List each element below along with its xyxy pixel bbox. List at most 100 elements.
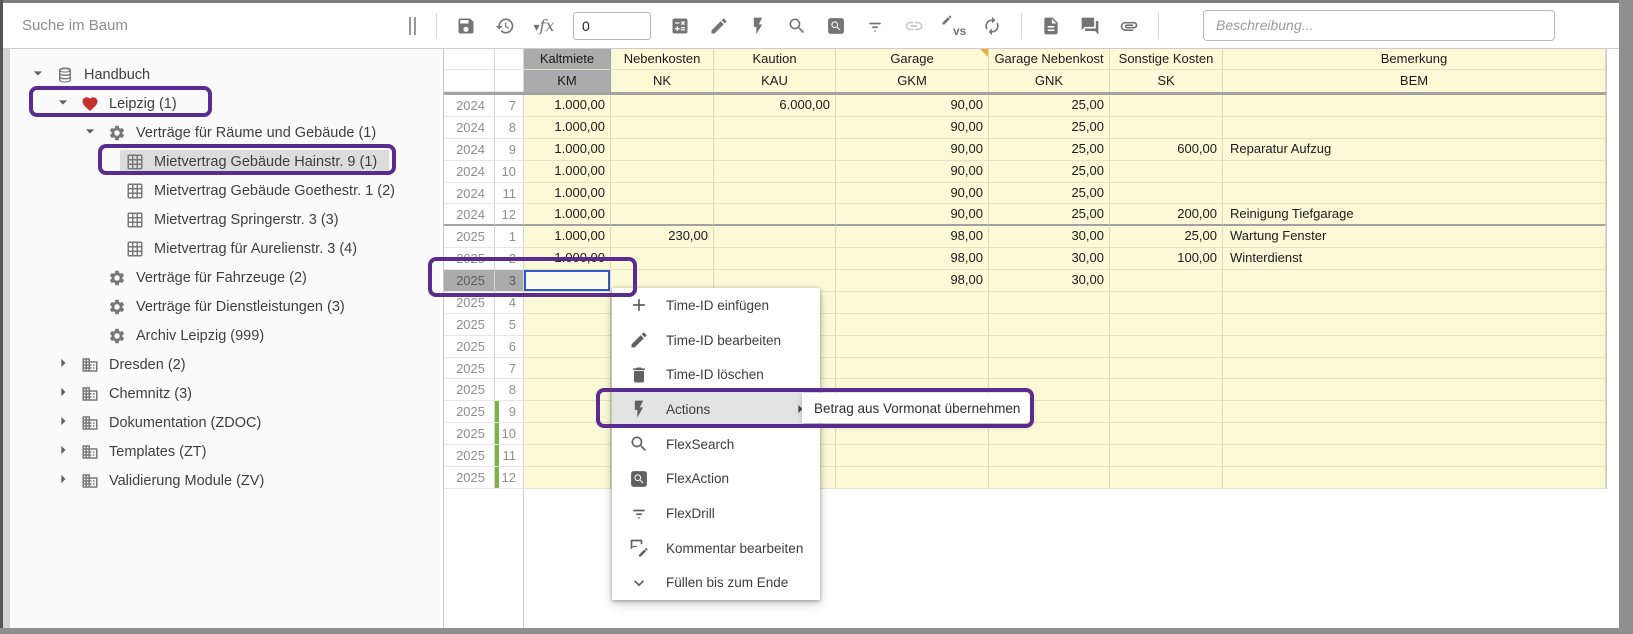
grid-cell[interactable]: 1.000,00	[524, 95, 611, 117]
grid-cell[interactable]	[836, 467, 989, 489]
grid-cell[interactable]	[1223, 95, 1606, 117]
column-header-kau[interactable]: Kaution	[714, 48, 836, 70]
grid-cell[interactable]: 25,00	[989, 161, 1110, 183]
vs-edit-button[interactable]: vs	[943, 16, 963, 36]
column-code-km[interactable]: KM	[524, 70, 611, 92]
grid-cell[interactable]	[714, 139, 836, 161]
menu-item-kommentar-bearbeiten[interactable]: Kommentar bearbeiten	[612, 531, 820, 566]
row-month[interactable]: 10	[495, 161, 524, 183]
grid-cell[interactable]	[1223, 379, 1606, 401]
grid-cell[interactable]	[1110, 117, 1223, 139]
row-year[interactable]: 2024	[444, 161, 495, 183]
grid-cell[interactable]: 25,00	[989, 117, 1110, 139]
column-code-gkm[interactable]: GKM	[836, 70, 989, 92]
grid-cell[interactable]	[1223, 423, 1606, 445]
column-code-bem[interactable]: BEM	[1223, 70, 1606, 92]
grid-cell[interactable]	[836, 445, 989, 467]
grid-cell[interactable]	[524, 358, 611, 380]
tree-item-mietvertrag-geb-ude-goethestr-1-2[interactable]: Mietvertrag Gebäude Goethestr. 1 (2)	[126, 177, 407, 205]
grid-cell[interactable]	[1110, 423, 1223, 445]
grid-cell[interactable]	[1223, 183, 1606, 205]
grid-cell[interactable]	[1110, 161, 1223, 183]
grid-cell[interactable]	[524, 379, 611, 401]
grid-cell[interactable]	[989, 467, 1110, 489]
grid-cell[interactable]: 230,00	[611, 226, 714, 248]
row-month[interactable]: 9	[495, 401, 524, 423]
grid-cell[interactable]: 98,00	[836, 270, 989, 292]
grid-cell[interactable]: 25,00	[989, 95, 1110, 117]
grid-cell[interactable]: 1.000,00	[524, 226, 611, 248]
row-year[interactable]: 2025	[444, 423, 495, 445]
row-year[interactable]: 2024	[444, 204, 495, 226]
grid-cell[interactable]	[611, 95, 714, 117]
grid-cell[interactable]	[611, 117, 714, 139]
grid-cell[interactable]	[989, 336, 1110, 358]
grid-cell[interactable]	[1110, 183, 1223, 205]
grid-cell[interactable]: 600,00	[1110, 139, 1223, 161]
grid-cell[interactable]	[1223, 358, 1606, 380]
grid-cell[interactable]	[989, 358, 1110, 380]
refresh-button[interactable]	[982, 16, 1002, 36]
row-year[interactable]: 2025	[444, 226, 495, 248]
tree-item-vertr-ge-f-r-fahrzeuge-2[interactable]: Verträge für Fahrzeuge (2)	[81, 264, 319, 292]
grid-cell[interactable]	[524, 336, 611, 358]
row-year[interactable]: 2025	[444, 314, 495, 336]
grid-cell[interactable]: 90,00	[836, 95, 989, 117]
grid-cell[interactable]: 25,00	[989, 204, 1110, 226]
grid-cell[interactable]	[1110, 467, 1223, 489]
tree-item-dresden-2[interactable]: Dresden (2)	[54, 351, 198, 379]
grid-cell[interactable]	[611, 139, 714, 161]
row-year[interactable]: 2025	[444, 336, 495, 358]
grid-cell[interactable]	[1223, 401, 1606, 423]
menu-item-time-id-l-schen[interactable]: Time-ID löschen	[612, 357, 820, 392]
tree-item-mietvertrag-geb-ude-hainstr-9-1[interactable]: Mietvertrag Gebäude Hainstr. 9 (1)	[126, 148, 389, 176]
grid-cell[interactable]	[836, 336, 989, 358]
caret-right-icon[interactable]	[53, 353, 73, 377]
row-month[interactable]: 10	[495, 423, 524, 445]
row-year[interactable]: 2025	[444, 467, 495, 489]
row-month[interactable]: 7	[495, 358, 524, 380]
caret-down-icon[interactable]	[80, 121, 100, 145]
grid-cell[interactable]: 1.000,00	[524, 161, 611, 183]
tree-item-vertr-ge-f-r-r-ume-und-geb-ude-1[interactable]: Verträge für Räume und Gebäude (1)	[81, 119, 388, 147]
tree-scrollbar[interactable]	[3, 48, 10, 628]
attachment-button[interactable]	[1119, 16, 1139, 36]
column-code-nk[interactable]: NK	[611, 70, 714, 92]
grid-cell[interactable]	[836, 292, 989, 314]
grid-cell[interactable]	[1223, 445, 1606, 467]
grid-cell[interactable]: 1.000,00	[524, 183, 611, 205]
grid-cell[interactable]	[611, 183, 714, 205]
grid-cell[interactable]	[836, 358, 989, 380]
grid-cell[interactable]	[989, 445, 1110, 467]
grid-cell[interactable]: 98,00	[836, 248, 989, 270]
grid-cell[interactable]	[714, 226, 836, 248]
row-year[interactable]: 2025	[444, 292, 495, 314]
column-header-gnk[interactable]: Garage Nebenkost	[989, 48, 1110, 70]
row-year[interactable]: 2024	[444, 95, 495, 117]
grid-cell[interactable]	[1110, 314, 1223, 336]
grid-cell[interactable]: 25,00	[989, 139, 1110, 161]
row-year[interactable]: 2024	[444, 117, 495, 139]
caret-right-icon[interactable]	[53, 382, 73, 406]
grid-cell[interactable]: 90,00	[836, 161, 989, 183]
caret-down-icon[interactable]	[53, 92, 73, 116]
grid-cell[interactable]	[714, 117, 836, 139]
tree-item-chemnitz-3[interactable]: Chemnitz (3)	[54, 380, 204, 408]
vertical-scrollbar[interactable]	[1619, 0, 1633, 634]
caret-right-icon[interactable]	[53, 411, 73, 435]
save-button[interactable]	[456, 16, 476, 36]
link-button[interactable]	[904, 16, 924, 36]
row-month[interactable]: 1	[495, 226, 524, 248]
grid-cell[interactable]: 100,00	[1110, 248, 1223, 270]
formula-button[interactable]: ▾fx	[534, 16, 554, 36]
row-year[interactable]: 2025	[444, 248, 495, 270]
tree-item-archiv-leipzig-999[interactable]: Archiv Leipzig (999)	[81, 322, 276, 350]
grid-cell[interactable]	[524, 423, 611, 445]
grid-cell[interactable]: 90,00	[836, 117, 989, 139]
row-month[interactable]: 11	[495, 445, 524, 467]
horizontal-scrollbar[interactable]	[0, 628, 1633, 634]
grid-cell[interactable]: Reinigung Tiefgarage	[1223, 204, 1606, 226]
caret-right-icon[interactable]	[53, 469, 73, 493]
row-month[interactable]: 3	[495, 270, 524, 292]
grid-cell[interactable]	[1110, 379, 1223, 401]
